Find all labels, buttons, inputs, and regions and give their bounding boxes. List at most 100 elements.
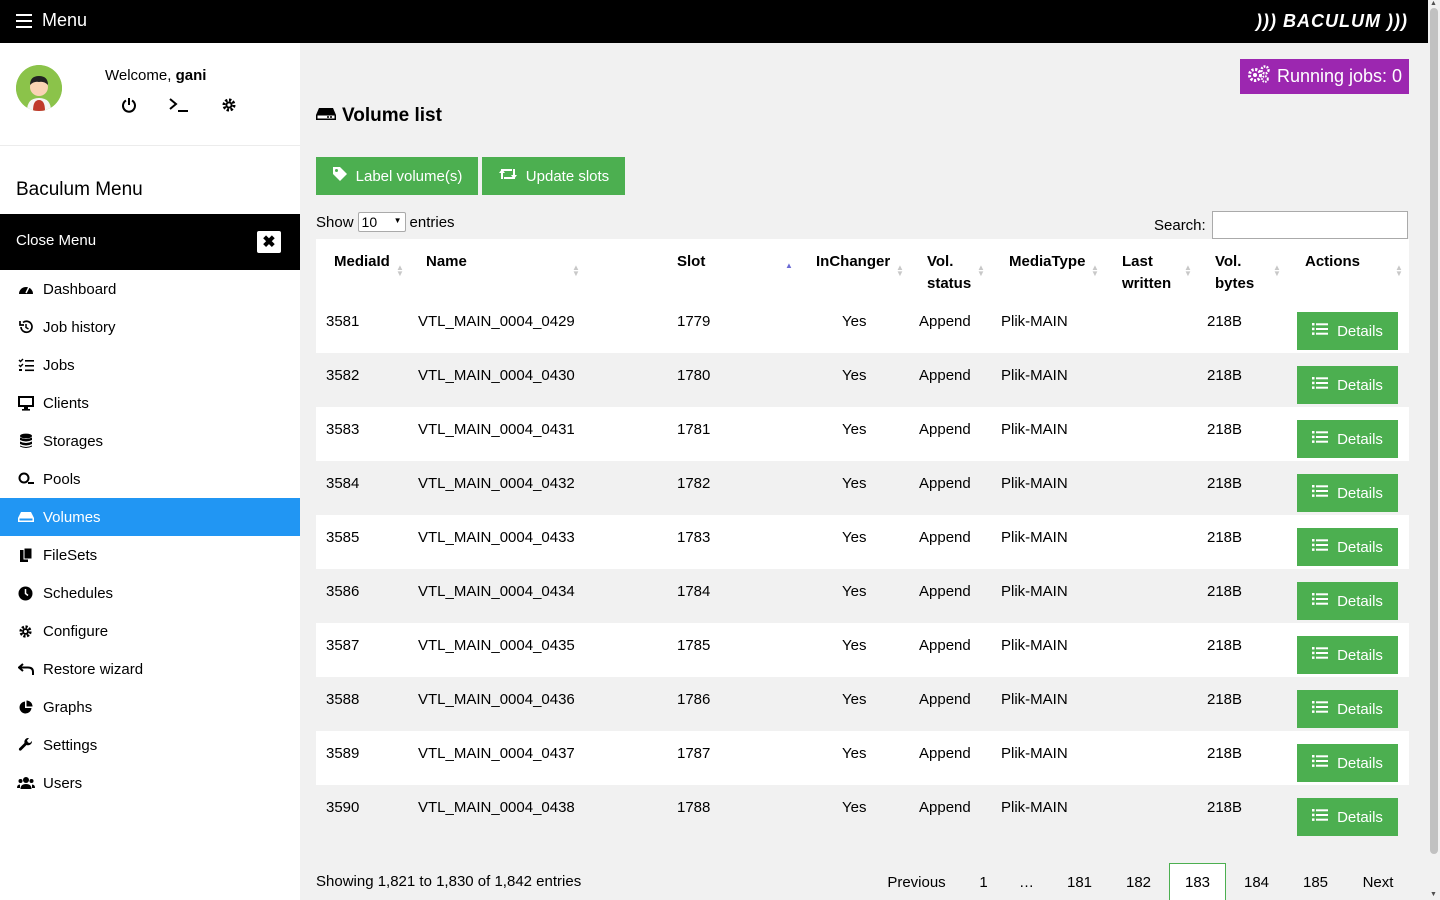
terminal-icon[interactable] bbox=[169, 95, 189, 115]
history-icon bbox=[16, 319, 35, 335]
page-183-button[interactable]: 183 bbox=[1169, 863, 1226, 900]
sidebar-item-configure[interactable]: Configure bbox=[0, 612, 300, 650]
sort-icon[interactable]: ▲ bbox=[785, 262, 793, 270]
sidebar-item-graphs[interactable]: Graphs bbox=[0, 688, 300, 726]
column-header-inchanger[interactable]: InChanger bbox=[816, 251, 890, 273]
cell-mediaid: 3581 bbox=[326, 313, 360, 330]
page-184-button[interactable]: 184 bbox=[1232, 863, 1281, 900]
sidebar-item-volumes[interactable]: Volumes bbox=[0, 498, 300, 536]
label-volumes-button[interactable]: Label volume(s) bbox=[316, 157, 478, 195]
sort-icon[interactable]: ▲ ▼ bbox=[1091, 264, 1099, 278]
search-input[interactable] bbox=[1211, 211, 1408, 239]
power-icon[interactable] bbox=[119, 95, 139, 115]
column-header-name[interactable]: Name bbox=[426, 251, 467, 273]
sidebar-item-pools[interactable]: Pools bbox=[0, 460, 300, 498]
details-button[interactable]: Details bbox=[1297, 798, 1398, 836]
cell-name: VTL_MAIN_0004_0434 bbox=[418, 583, 575, 600]
menu-toggle-button[interactable]: Menu bbox=[16, 10, 87, 31]
sidebar-item-filesets[interactable]: FileSets bbox=[0, 536, 300, 574]
sidebar-item-label: Clients bbox=[43, 394, 89, 412]
details-button[interactable]: Details bbox=[1297, 636, 1398, 674]
cell-vol-bytes: 218B bbox=[1207, 529, 1243, 546]
column-header-vol-bytes[interactable]: Vol. bytes bbox=[1215, 251, 1275, 295]
cell-mediaid: 3585 bbox=[326, 529, 360, 546]
column-header-last-written[interactable]: Last written bbox=[1122, 251, 1182, 295]
sidebar-item-restore-wizard[interactable]: Restore wizard bbox=[0, 650, 300, 688]
sidebar-item-settings[interactable]: Settings bbox=[0, 726, 300, 764]
table-row: 3590 VTL_MAIN_0004_0438 1788 Yes Append Plik-… bbox=[316, 785, 1409, 839]
cell-mediatype: Plik-MAIN bbox=[1001, 421, 1068, 438]
page-scrollbar[interactable]: ▲ ▼ bbox=[1428, 0, 1440, 900]
details-button[interactable]: Details bbox=[1297, 420, 1398, 458]
page-185-button[interactable]: 185 bbox=[1291, 863, 1340, 900]
sidebar-item-schedules[interactable]: Schedules bbox=[0, 574, 300, 612]
previous-page-button[interactable]: Previous bbox=[876, 863, 957, 900]
cell-inchanger: Yes bbox=[842, 691, 867, 708]
next-page-button[interactable]: Next bbox=[1347, 863, 1409, 900]
table-row: 3586 VTL_MAIN_0004_0434 1784 Yes Append Plik-… bbox=[316, 569, 1409, 623]
sort-icon[interactable]: ▲ ▼ bbox=[396, 264, 404, 278]
details-button[interactable]: Details bbox=[1297, 528, 1398, 566]
column-header-mediaid[interactable]: MediaId bbox=[334, 251, 390, 273]
column-header-slot[interactable]: Slot bbox=[677, 251, 705, 273]
list-icon bbox=[1312, 646, 1329, 664]
cell-vol-status: Append bbox=[919, 475, 971, 492]
copy-icon bbox=[16, 547, 35, 563]
sort-icon[interactable]: ▲ ▼ bbox=[977, 264, 985, 278]
sort-icon[interactable]: ▲ ▼ bbox=[1273, 264, 1281, 278]
list-icon bbox=[1312, 322, 1329, 340]
sidebar-item-label: Volumes bbox=[43, 508, 101, 526]
details-button[interactable]: Details bbox=[1297, 582, 1398, 620]
search-label: Search: bbox=[1154, 216, 1206, 234]
update-slots-button[interactable]: Update slots bbox=[482, 157, 625, 195]
sidebar-item-dashboard[interactable]: Dashboard bbox=[0, 270, 300, 308]
close-menu-button[interactable]: Close Menu ✖ bbox=[0, 214, 300, 270]
sidebar-item-clients[interactable]: Clients bbox=[0, 384, 300, 422]
details-button[interactable]: Details bbox=[1297, 744, 1398, 782]
scrollbar-thumb[interactable] bbox=[1430, 8, 1438, 854]
details-button[interactable]: Details bbox=[1297, 312, 1398, 350]
details-button[interactable]: Details bbox=[1297, 690, 1398, 728]
page-title: Volume list bbox=[316, 105, 442, 127]
sidebar-item-jobs[interactable]: Jobs bbox=[0, 346, 300, 384]
entries-select[interactable]: 10 ▼ bbox=[357, 212, 406, 232]
page-182-button[interactable]: 182 bbox=[1114, 863, 1163, 900]
column-header-mediatype[interactable]: MediaType bbox=[1009, 251, 1085, 273]
table-header: MediaId ▲ ▼ Name ▲ ▼ Slot ▲ InChanger ▲ ▼ Vol. stat… bbox=[316, 239, 1409, 299]
cell-inchanger: Yes bbox=[842, 475, 867, 492]
running-jobs-button[interactable]: Running jobs: 0 bbox=[1240, 59, 1409, 94]
sort-icon[interactable]: ▲ ▼ bbox=[572, 264, 580, 278]
sort-icon[interactable]: ▲ ▼ bbox=[1184, 264, 1192, 278]
scroll-down-icon[interactable]: ▼ bbox=[1430, 891, 1437, 898]
search-box: Search: bbox=[1154, 211, 1408, 239]
sidebar-item-users[interactable]: Users bbox=[0, 764, 300, 802]
sidebar-item-storages[interactable]: Storages bbox=[0, 422, 300, 460]
sort-icon[interactable]: ▲ ▼ bbox=[896, 264, 904, 278]
table-row: 3585 VTL_MAIN_0004_0433 1783 Yes Append Plik-… bbox=[316, 515, 1409, 569]
gear-icon[interactable] bbox=[219, 95, 239, 115]
sidebar-item-job-history[interactable]: Job history bbox=[0, 308, 300, 346]
username: gani bbox=[175, 67, 207, 84]
details-button[interactable]: Details bbox=[1297, 474, 1398, 512]
details-button[interactable]: Details bbox=[1297, 366, 1398, 404]
table-row: 3584 VTL_MAIN_0004_0432 1782 Yes Append Plik-… bbox=[316, 461, 1409, 515]
cell-mediatype: Plik-MAIN bbox=[1001, 799, 1068, 816]
details-label: Details bbox=[1337, 646, 1383, 664]
sort-icon[interactable]: ▲ ▼ bbox=[1395, 264, 1403, 278]
cell-slot: 1779 bbox=[677, 313, 711, 330]
pool-icon bbox=[16, 471, 35, 487]
sidebar: Welcome, gani Baculum Menu Close Menu ✖ … bbox=[0, 43, 300, 900]
page-181-button[interactable]: 181 bbox=[1055, 863, 1104, 900]
details-label: Details bbox=[1337, 808, 1383, 826]
cell-mediaid: 3583 bbox=[326, 421, 360, 438]
details-label: Details bbox=[1337, 592, 1383, 610]
page-1-button[interactable]: 1 bbox=[968, 863, 999, 900]
scroll-up-icon[interactable]: ▲ bbox=[1430, 0, 1437, 7]
column-header-actions[interactable]: Actions bbox=[1305, 251, 1360, 273]
cell-vol-bytes: 218B bbox=[1207, 475, 1243, 492]
label-volumes-text: Label volume(s) bbox=[355, 167, 463, 185]
list-icon bbox=[1312, 538, 1329, 556]
cell-name: VTL_MAIN_0004_0436 bbox=[418, 691, 575, 708]
hamburger-icon bbox=[16, 13, 32, 28]
sidebar-item-label: Dashboard bbox=[43, 280, 117, 298]
